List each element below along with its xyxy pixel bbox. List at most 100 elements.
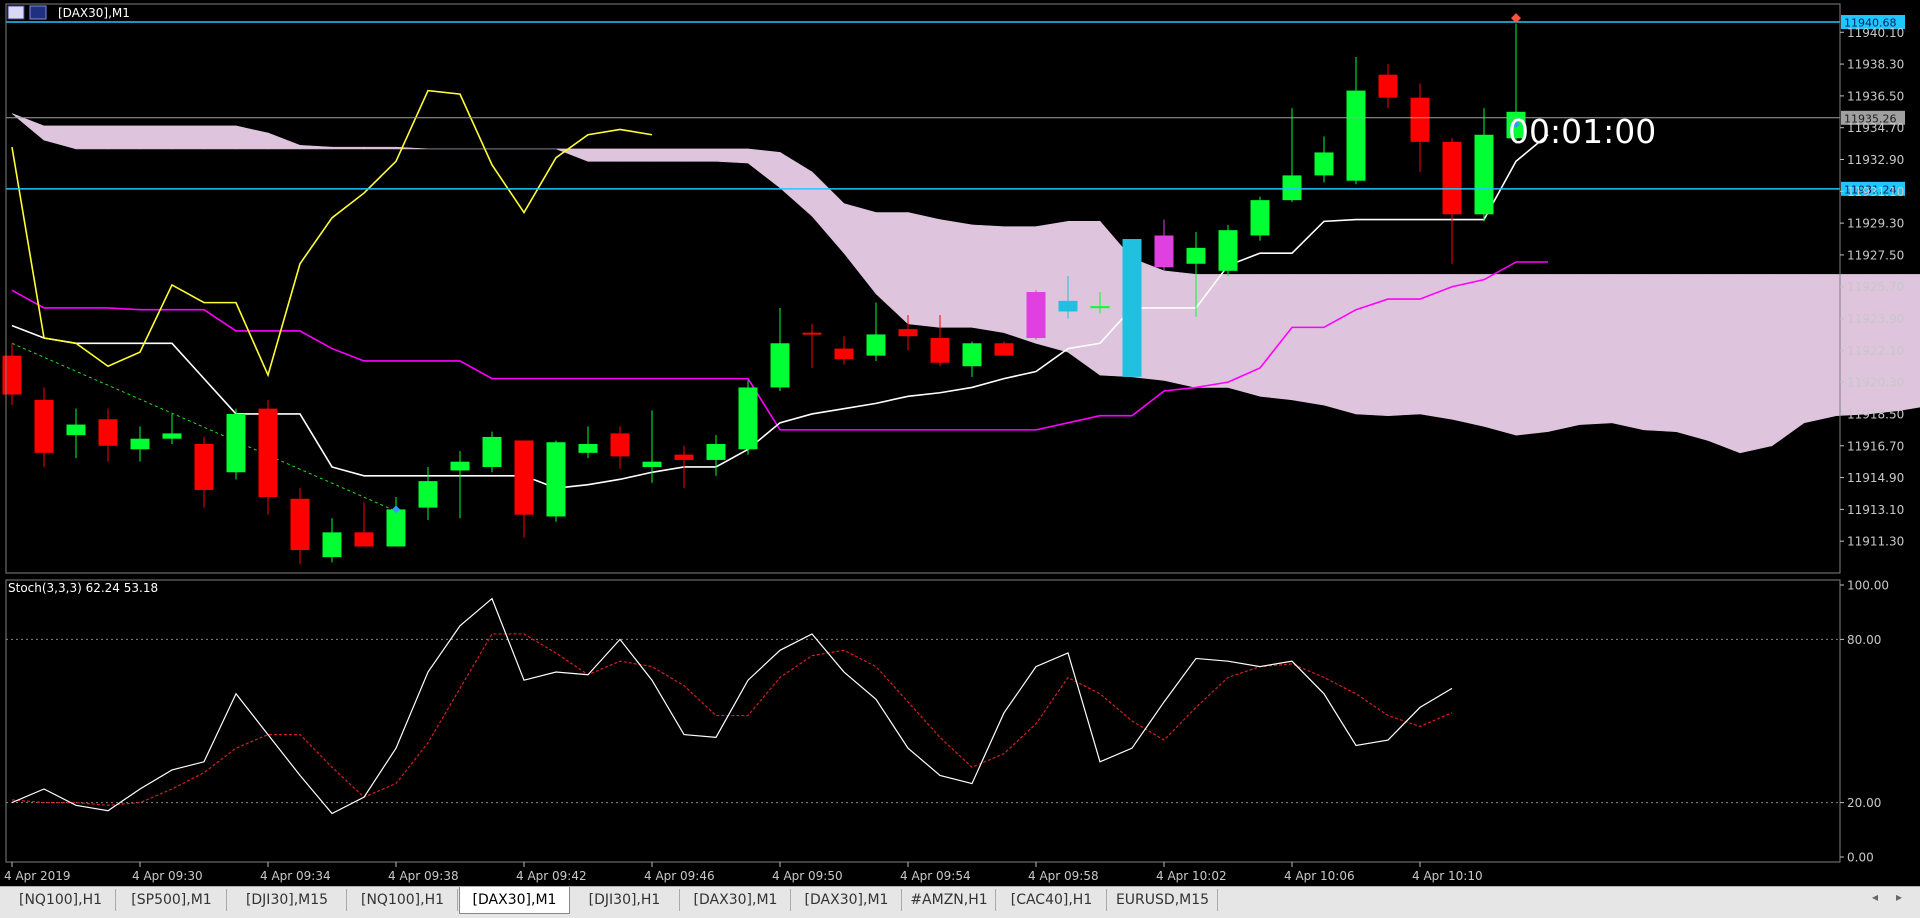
cloud-segment	[1483, 274, 1517, 436]
time-tick-label: 4 Apr 09:38	[388, 869, 459, 883]
time-tick-label: 4 Apr 09:30	[132, 869, 203, 883]
stochastic-panel[interactable]	[6, 597, 1840, 815]
candle-body[interactable]	[1122, 239, 1142, 377]
candle-body[interactable]	[674, 454, 694, 460]
candle-body[interactable]	[386, 509, 406, 547]
candle-body[interactable]	[290, 498, 310, 551]
tab-eurusdm15[interactable]: EURUSD,M15	[1108, 889, 1218, 911]
candle-body[interactable]	[1218, 230, 1238, 271]
tab-scroll-right-icon[interactable]: ▸	[1896, 890, 1902, 904]
candle-body[interactable]	[34, 399, 54, 453]
candle-body[interactable]	[962, 343, 982, 367]
cloud-segment	[267, 132, 301, 150]
candle-body[interactable]	[770, 343, 790, 388]
cloud-segment	[587, 148, 621, 162]
candle-body[interactable]	[1250, 200, 1270, 236]
price-tick-label: 11925.70	[1847, 280, 1904, 294]
cloud-segment	[1579, 274, 1613, 425]
time-tick-label: 4 Apr 09:50	[772, 869, 843, 883]
candle-body[interactable]	[1410, 97, 1430, 142]
time-tick-label: 4 Apr 09:46	[644, 869, 715, 883]
stoch-signal-line	[11, 633, 1453, 806]
stoch-tick-label: 80.00	[1847, 633, 1881, 647]
candle-body[interactable]	[66, 424, 86, 436]
price-tick-label: 11931.10	[1847, 185, 1904, 199]
candle-body[interactable]	[834, 348, 854, 360]
cloud-segment	[1259, 274, 1293, 401]
price-chart-panel[interactable]	[2, 13, 1920, 565]
cloud-segment	[811, 171, 845, 254]
tab-nq100h1[interactable]: [NQ100],H1	[6, 889, 116, 911]
candle-body[interactable]	[1186, 247, 1206, 264]
price-tick-label: 11938.30	[1847, 58, 1904, 72]
price-tick-label: 11922.10	[1847, 344, 1904, 358]
time-tick-label: 4 Apr 10:02	[1156, 869, 1227, 883]
candle-body[interactable]	[418, 481, 438, 508]
time-tick-label: 4 Apr 2019	[4, 869, 71, 883]
candle-body[interactable]	[258, 408, 278, 498]
candle-body[interactable]	[1090, 306, 1110, 309]
cloud-segment	[651, 148, 685, 162]
candle-body[interactable]	[610, 433, 630, 457]
tab-scroll-left-icon[interactable]: ◂	[1872, 890, 1878, 904]
time-tick-label: 4 Apr 09:54	[900, 869, 971, 883]
trading-chart[interactable]: 11940.6811935.2611931.2411940.1011938.30…	[0, 0, 1920, 918]
tab-sp500m1[interactable]: [SP500],M1	[117, 889, 227, 911]
tab-dax30m1[interactable]: [DAX30],M1	[681, 889, 791, 911]
price-axis: 11940.6811935.2611931.2411940.1011938.30…	[1840, 15, 1905, 549]
candle-body[interactable]	[994, 343, 1014, 356]
tab-dax30m1[interactable]: [DAX30],M1	[792, 889, 902, 911]
candle-body[interactable]	[98, 419, 118, 446]
price-tick-label: 11936.50	[1847, 89, 1904, 103]
candle-body[interactable]	[1154, 235, 1174, 268]
candle-body[interactable]	[194, 444, 214, 490]
chart-icon[interactable]	[29, 5, 47, 20]
cloud-segment	[1739, 274, 1773, 454]
candle-body[interactable]	[1058, 300, 1078, 312]
candle-body[interactable]	[482, 436, 502, 467]
candle-body[interactable]	[1314, 152, 1334, 176]
tab-cac40h1[interactable]: [CAC40],H1	[997, 889, 1107, 911]
candle-body[interactable]	[322, 532, 342, 558]
ichimoku-cloud	[11, 113, 1920, 454]
candle-body[interactable]	[354, 532, 374, 547]
candle-body[interactable]	[2, 355, 22, 395]
candle-body[interactable]	[1442, 141, 1462, 215]
time-tick-label: 4 Apr 10:06	[1284, 869, 1355, 883]
candle-body[interactable]	[578, 444, 598, 453]
tab-dax30m1[interactable]: [DAX30],M1	[459, 887, 570, 914]
candle-body[interactable]	[514, 440, 534, 515]
candle-body[interactable]	[1346, 90, 1366, 181]
candle-body[interactable]	[642, 461, 662, 467]
cloud-segment	[107, 125, 141, 150]
candle-body[interactable]	[226, 413, 246, 473]
candle-body[interactable]	[1282, 175, 1302, 201]
price-tick-label: 11918.50	[1847, 407, 1904, 421]
tab-nq100h1[interactable]: [NQ100],H1	[348, 889, 458, 911]
candle-body[interactable]	[450, 461, 470, 471]
stoch-panel-frame	[5, 579, 1841, 863]
stoch-label: Stoch(3,3,3) 62.24 53.18	[8, 581, 158, 595]
candle-body[interactable]	[898, 329, 918, 337]
candle-body[interactable]	[546, 442, 566, 517]
cloud-segment	[1163, 270, 1197, 388]
tab-dji30m15[interactable]: [DJI30],M15	[228, 889, 347, 911]
cloud-segment	[619, 148, 653, 162]
cloud-segment	[75, 125, 109, 150]
candle-body[interactable]	[1378, 74, 1398, 98]
cloud-segment	[1611, 274, 1645, 431]
window-title: [DAX30],M1	[58, 6, 130, 20]
cloud-segment	[1387, 274, 1421, 417]
candle-body[interactable]	[130, 438, 150, 450]
candle-body[interactable]	[802, 332, 822, 335]
candle-body[interactable]	[706, 444, 726, 460]
candle-body[interactable]	[1026, 292, 1046, 338]
candle-body[interactable]	[162, 433, 182, 439]
candle-body[interactable]	[1474, 134, 1494, 215]
cloud-segment	[235, 125, 269, 150]
candle-body[interactable]	[738, 387, 758, 450]
tab-dji30h1[interactable]: [DJI30],H1	[570, 889, 680, 911]
candle-body[interactable]	[930, 337, 950, 363]
tab-amznh1[interactable]: #AMZN,H1	[903, 889, 996, 911]
candle-body[interactable]	[866, 334, 886, 356]
